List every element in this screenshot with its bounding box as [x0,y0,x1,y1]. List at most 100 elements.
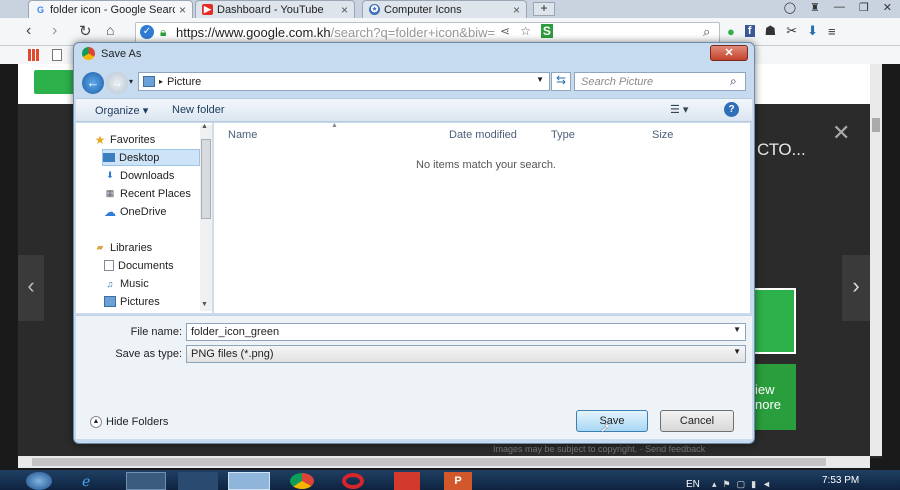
close-tab-icon[interactable]: × [341,3,348,17]
forward-icon[interactable]: › [52,22,57,40]
hide-folders-toggle[interactable]: ▲ Hide Folders [90,416,168,428]
new-folder-button[interactable]: New folder [172,104,225,116]
media-taskbar-icon[interactable] [178,472,218,490]
page-scrollbar-vertical[interactable] [870,64,882,456]
start-button[interactable] [26,472,52,490]
nav-item-onedrive[interactable]: ☁ OneDrive [104,203,166,220]
scroll-down-icon[interactable]: ▼ [201,301,208,308]
chrome-taskbar-icon[interactable] [290,473,314,489]
help-icon[interactable]: ? [724,102,739,117]
powerpoint-taskbar-icon[interactable]: P [444,472,472,490]
column-header-size[interactable]: Size [652,129,673,141]
nav-libraries-header[interactable]: ▰ Libraries [94,239,153,256]
facebook-icon[interactable]: f [744,25,755,37]
chat-icon[interactable]: ◯ [784,1,796,15]
nav-favorites-header[interactable]: ★ Favorites [94,131,156,148]
dialog-close-button[interactable]: ✕ [710,45,748,61]
chevron-down-icon[interactable]: ▼ [733,325,741,334]
column-header-name[interactable]: Name [228,129,257,141]
app-red-taskbar-icon[interactable] [394,472,420,490]
nav-item-documents[interactable]: Documents [104,257,174,274]
view-more-button[interactable]: iew nore [755,364,796,430]
nav-scrollbar[interactable]: ▲ ▼ [200,123,212,311]
tab-youtube[interactable]: ▶ Dashboard - YouTube × [195,0,355,18]
star-icon[interactable]: ☆ [520,24,531,38]
scroll-thumb[interactable] [872,118,880,132]
back-icon[interactable]: ← [82,72,104,94]
search-icon: ⌕ [730,74,737,88]
tray-icons[interactable]: ▴⚑▢▮◄ [712,479,777,490]
whatsapp-icon[interactable]: ● [727,24,735,39]
close-viewer-icon[interactable]: ✕ [832,120,850,146]
navigation-pane: ★ Favorites Desktop ⬇ Downloads ▦ Recent… [76,123,213,313]
scissors-icon[interactable]: ✂ [786,23,797,39]
search-icon[interactable]: ⌕ [703,24,710,40]
user-icon[interactable]: ♜ [810,1,820,15]
apps-icon[interactable] [28,49,40,61]
copyright-note: Images may be subject to copyright. · Se… [493,444,706,454]
cloud-icon: ☁ [104,204,116,219]
file-name-field[interactable]: folder_icon_green ▼ [186,323,746,341]
save-as-type-select[interactable]: PNG files (*.png) ▼ [186,345,746,363]
address-bar[interactable]: ✓ 🔒︎ https://www.google.com.kh/search?q=… [135,22,720,43]
clock[interactable]: 7:53 PM [822,475,859,486]
close-tab-icon[interactable]: × [179,3,186,17]
internet-explorer-icon[interactable]: ℯ [82,473,104,489]
tab-google-search[interactable]: G folder icon - Google Searc × [28,0,193,18]
minimize-icon[interactable]: — [834,1,845,15]
chevron-down-icon[interactable]: ▼ [733,347,741,356]
nav-item-desktop[interactable]: Desktop [102,149,200,166]
save-options-pane: File name: folder_icon_green ▼ Save as t… [76,315,752,439]
next-arrow-icon[interactable]: › [842,255,870,321]
close-tab-icon[interactable]: × [513,3,520,17]
reload-icon[interactable]: ↻ [79,22,92,40]
save-button[interactable]: Save [576,410,648,432]
chevron-down-icon[interactable]: ▼ [536,75,544,84]
file-name-label: File name: [130,326,182,338]
chrome-app-icon [82,47,95,60]
active-app-taskbar-icon[interactable] [228,472,270,490]
nav-item-pictures[interactable]: Pictures [104,293,160,310]
nav-item-recent-places[interactable]: ▦ Recent Places [104,185,191,202]
organize-button[interactable]: Organize ▾ [95,104,148,117]
maximize-icon[interactable]: ❐ [859,1,869,15]
scroll-thumb[interactable] [201,139,211,219]
prev-arrow-icon[interactable]: ‹ [18,255,44,321]
home-icon[interactable]: ⌂ [106,22,114,38]
lock-icon: 🔒︎ [160,25,167,39]
close-window-icon[interactable]: ✕ [883,1,892,15]
explorer-taskbar-icon[interactable] [126,472,166,490]
download-icon[interactable]: ⬇ [807,23,818,39]
back-icon[interactable]: ‹ [26,22,31,40]
cancel-button[interactable]: Cancel [660,410,734,432]
nav-item-downloads[interactable]: ⬇ Downloads [104,167,174,184]
scroll-thumb[interactable] [32,458,826,466]
nav-item-music[interactable]: ♫ Music [104,275,149,292]
page-scrollbar-horizontal[interactable] [18,456,870,468]
scroll-up-icon[interactable]: ▲ [201,123,208,130]
bookmark-page-icon[interactable] [52,49,62,61]
star-icon: ★ [94,132,106,147]
extension-s-icon[interactable]: S [540,24,553,38]
search-input[interactable]: Search Picture [574,72,746,91]
window-controls: ◯ ♜ — ❐ ✕ [772,1,892,15]
taskbar: ℯ P EN ▴⚑▢▮◄ 7:53 PM [0,470,900,490]
menu-icon[interactable]: ≡ [828,24,836,39]
language-indicator[interactable]: EN [686,479,700,490]
android-icon[interactable]: ☗ [765,23,777,39]
share-icon[interactable]: ⋖ [500,24,510,38]
forward-icon[interactable]: → [106,72,128,94]
view-options-icon[interactable]: ☰ ▾ [670,103,688,116]
new-tab-button[interactable]: + [533,2,555,16]
refresh-icon[interactable]: ⇆ [551,72,571,91]
save-as-dialog: Save As ✕ ← → ▾ ▸ Picture ▼ ⇆ Search Pic… [73,42,755,444]
recent-locations-icon[interactable]: ▾ [129,77,133,86]
green-search-button[interactable] [34,70,78,94]
column-header-type[interactable]: Type [551,129,575,141]
extension-icons: ● f ☗ ✂ ⬇ ≡ [727,22,887,40]
tab-computer-icons[interactable]: ✪ Computer Icons × [362,0,527,18]
column-header-date-modified[interactable]: Date modified [449,129,517,141]
opera-taskbar-icon[interactable] [342,473,364,489]
breadcrumb[interactable]: ▸ Picture ▼ [138,72,550,91]
dialog-title-bar: Save As [82,47,141,60]
